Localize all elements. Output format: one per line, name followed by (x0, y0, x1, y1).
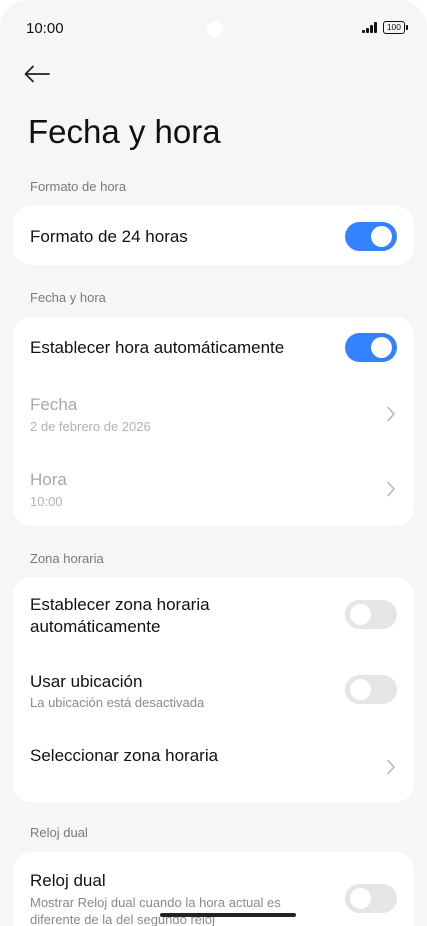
toggle-dual-clock[interactable] (345, 884, 397, 913)
toggle-auto-timezone[interactable] (345, 600, 397, 629)
row-title: Formato de 24 horas (30, 227, 188, 246)
section-label-dual-clock: Reloj dual (30, 825, 88, 840)
toggle-knob (350, 679, 371, 700)
chevron-right-icon (387, 406, 395, 422)
row-title-line2: automáticamente (30, 617, 161, 636)
row-subtitle: La ubicación está desactivada (30, 695, 205, 710)
row-subtitle-line1: Mostrar Reloj dual cuando la hora actual… (30, 895, 281, 910)
row-date[interactable]: Fecha 2 de febrero de 2026 (13, 379, 414, 453)
row-24h-format[interactable]: Formato de 24 horas (13, 206, 414, 265)
row-title-line1: Establecer zona horaria (30, 595, 210, 614)
status-bar: 10:00 100 (0, 0, 427, 56)
settings-screen: 10:00 100 Fecha y hora Formato de hora F… (0, 0, 427, 926)
chevron-right-icon (387, 481, 395, 497)
card-date-time: Establecer hora automáticamente Fecha 2 … (13, 317, 414, 526)
row-title: Hora (30, 470, 67, 489)
back-button[interactable] (24, 56, 64, 92)
row-value: 10:00 (30, 494, 63, 509)
section-label-timezone: Zona horaria (30, 551, 104, 566)
status-time: 10:00 (26, 20, 64, 37)
row-title: Establecer hora automáticamente (30, 338, 285, 357)
battery-icon: 100 (382, 21, 409, 34)
signal-icon (362, 22, 377, 33)
chevron-right-icon (387, 759, 395, 775)
toggle-knob (350, 604, 371, 625)
row-time[interactable]: Hora 10:00 (13, 453, 414, 526)
row-title: Seleccionar zona horaria (30, 746, 219, 765)
row-select-timezone[interactable]: Seleccionar zona horaria (13, 727, 414, 802)
row-title: Usar ubicación (30, 672, 143, 691)
arrow-left-icon (24, 65, 50, 83)
row-auto-timezone[interactable]: Establecer zona horaria automáticamente (13, 577, 414, 653)
row-auto-time[interactable]: Establecer hora automáticamente (13, 317, 414, 379)
card-time-format: Formato de 24 horas (13, 206, 414, 265)
toggle-use-location[interactable] (345, 675, 397, 704)
toggle-auto-time[interactable] (345, 333, 397, 362)
page-title: Fecha y hora (28, 113, 221, 150)
status-icons: 100 (362, 21, 409, 34)
section-label-date-time: Fecha y hora (30, 290, 106, 305)
row-title: Fecha (30, 395, 78, 414)
row-title: Reloj dual (30, 871, 106, 890)
toggle-24h-format[interactable] (345, 222, 397, 251)
toggle-knob (350, 888, 371, 909)
front-camera (207, 21, 223, 37)
toggle-knob (371, 337, 392, 358)
section-label-time-format: Formato de hora (30, 179, 127, 194)
row-value: 2 de febrero de 2026 (30, 419, 151, 434)
row-use-location[interactable]: Usar ubicación La ubicación está desacti… (13, 653, 414, 727)
toggle-knob (371, 226, 392, 247)
card-timezone: Establecer zona horaria automáticamente … (13, 577, 414, 802)
home-indicator[interactable] (160, 913, 296, 917)
